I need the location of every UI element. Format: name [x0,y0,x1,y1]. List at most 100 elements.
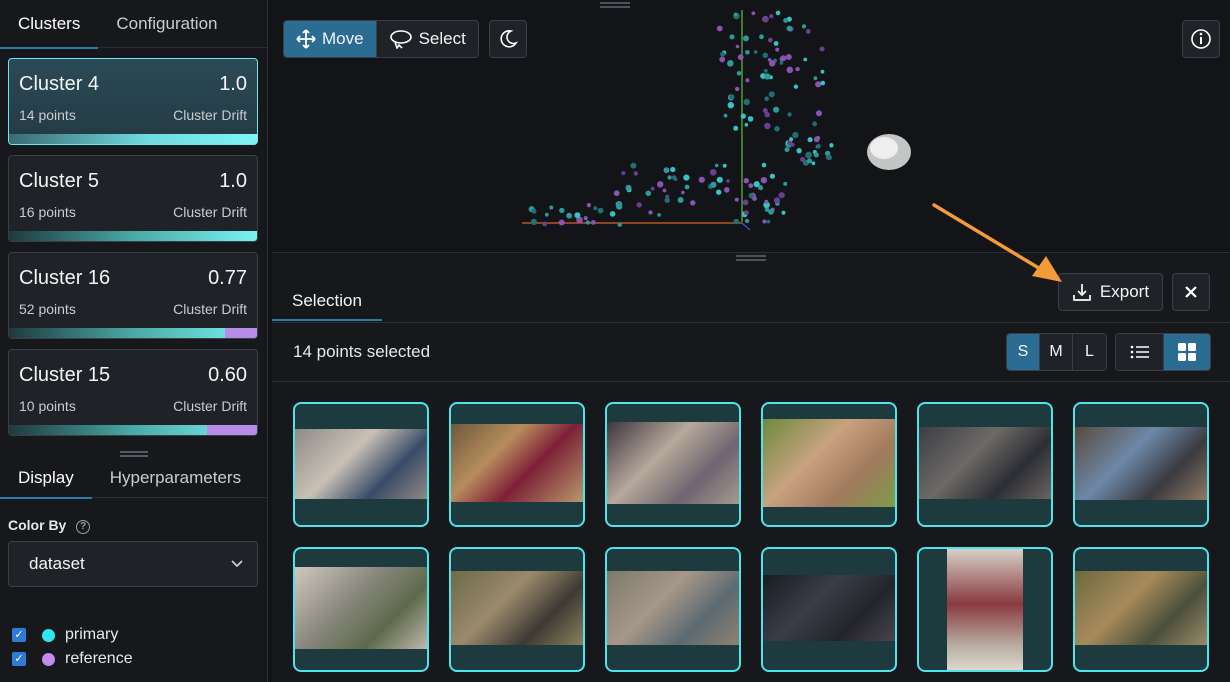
cluster-card-5[interactable]: Cluster 5 1.0 16 points Cluster Drift [8,155,258,242]
thumbnail-image [1075,571,1207,645]
resize-grip-middle[interactable] [736,255,766,261]
cloud-point [764,112,770,118]
cloud-point [743,35,749,42]
sidebar-tabs: Clusters Configuration [0,0,267,49]
cloud-points [528,10,834,227]
tab-configuration[interactable]: Configuration [98,0,235,48]
cloud-point [763,68,768,73]
help-icon[interactable]: ? [76,520,91,534]
cloud-point [764,96,769,101]
thumbnail[interactable] [917,547,1053,672]
cluster-card-4[interactable]: Cluster 4 1.0 14 points Cluster Drift [8,58,258,145]
cluster-points: 14 points [19,107,76,123]
tab-clusters[interactable]: Clusters [0,0,99,49]
cloud-point [729,34,735,40]
thumbnail[interactable] [293,547,429,672]
tab-selection[interactable]: Selection [272,281,382,321]
cloud-point [813,136,820,143]
color-by-select[interactable]: dataset [8,541,258,587]
thumbnail[interactable] [605,547,741,672]
thumbnail[interactable] [449,547,585,672]
divider [272,381,1230,382]
download-icon [1073,284,1091,301]
cloud-point [815,81,822,88]
cloud-point [745,50,750,55]
cloud-point [744,210,749,216]
cloud-point [764,199,769,204]
cloud-point [779,61,784,65]
reference-portion [224,328,257,338]
cluster-name: Cluster 5 [19,170,100,192]
primary-checkbox[interactable]: ✓ [12,628,26,642]
close-selection-button[interactable] [1172,273,1210,311]
thumbnail[interactable] [761,547,897,672]
highlighted-cluster-core [870,137,898,159]
cloud-point [737,54,744,61]
cloud-point [767,37,773,43]
cloud-point [724,187,730,193]
cluster-list: Cluster 4 1.0 14 points Cluster Drift Cl… [8,58,258,446]
cloud-point [786,25,793,32]
cloud-point [759,34,764,40]
cloud-point [826,154,833,161]
cloud-point [764,122,771,130]
cloud-point [813,152,819,158]
cloud-point [800,157,806,162]
cloud-point [664,197,670,203]
thumbnail[interactable] [1073,547,1209,672]
tab-hyperparameters[interactable]: Hyperparameters [92,458,259,498]
cluster-card-16[interactable]: Cluster 16 0.77 52 points Cluster Drift [8,252,258,339]
panel-resize-handle[interactable] [120,451,148,457]
cloud-point [786,66,794,74]
move-icon [296,29,316,49]
cloud-point [698,176,705,183]
tab-display[interactable]: Display [0,458,92,499]
cloud-point [650,186,655,191]
cloud-point [805,151,812,159]
cloud-point [542,221,548,227]
left-panel: Clusters Configuration Cluster 4 1.0 14 … [0,0,268,682]
cloud-point [758,185,764,191]
thumbnail[interactable] [1073,402,1209,527]
cloud-point [633,171,638,176]
close-icon [1185,286,1197,298]
cloud-point [590,220,596,225]
legend-label: reference [65,650,133,667]
cloud-point [768,208,774,215]
cloud-point [709,169,717,176]
cloud-point [805,29,811,34]
cloud-point [630,162,637,169]
theme-toggle-button[interactable] [488,20,527,58]
reference-checkbox[interactable]: ✓ [12,652,26,666]
size-large-button[interactable]: L [1073,334,1106,370]
size-small-button[interactable]: S [1007,334,1040,370]
cloud-point [621,171,626,176]
cloud-point [723,113,728,118]
move-button[interactable]: Move [284,21,376,57]
thumbnail[interactable] [761,402,897,527]
divider [272,322,1230,323]
info-button[interactable] [1182,20,1220,58]
cloud-point [549,205,554,210]
grid-icon [1178,343,1196,361]
thumbnail[interactable] [917,402,1053,527]
cloud-point [735,44,740,49]
thumbnail[interactable] [293,402,429,527]
thumbnail[interactable] [449,402,585,527]
resize-grip-top[interactable] [600,2,630,8]
list-view-button[interactable] [1116,334,1163,370]
cloud-point [729,94,735,100]
cloud-point [733,125,739,131]
cloud-point [531,208,537,214]
cloud-point [736,71,742,76]
thumbnail-image [1075,427,1207,500]
cluster-card-15[interactable]: Cluster 15 0.60 10 points Cluster Drift [8,349,258,436]
cloud-point [733,12,738,17]
thumbnail[interactable] [605,402,741,527]
grid-view-button[interactable] [1163,334,1210,370]
primary-color-dot [42,628,55,642]
canvas-toolbar: Move Select [283,20,527,58]
size-medium-button[interactable]: M [1040,334,1073,370]
select-button[interactable]: Select [375,21,478,57]
export-button[interactable]: Export [1058,273,1163,311]
